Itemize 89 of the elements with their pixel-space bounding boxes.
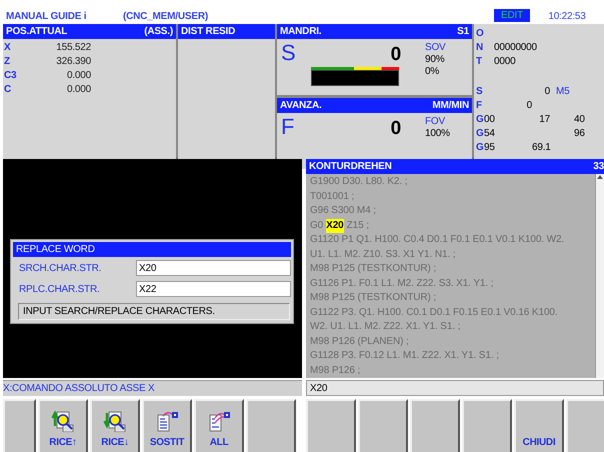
axis-label: C3 [4,69,18,83]
modal-value: 40 [573,114,586,124]
modal-value: 96 [573,128,586,138]
program-line: M98 P126 (PLANEN) ; [310,334,409,348]
program-line: G1120 P1 Q1. H100. C0.4 D0.1 F0.1 E0.1 V0.1 K100. W2. [310,233,564,247]
dialog-message: INPUT SEARCH/REPLACE CHARACTERS. [18,303,290,320]
modal-value: 00000000 [493,42,538,52]
program-line: T001001 ; [310,190,354,204]
program-line: G0 [310,218,324,232]
modal-value: 0000 [493,56,516,66]
modal-label: S [476,86,484,96]
field-label: SRCH.CHAR.STR. [18,262,102,274]
magnifier-up-arrow-icon [51,410,75,432]
close-button[interactable]: CHIUDI [514,399,564,452]
override-label: SOV [425,42,447,54]
program-line: Z15 ; [346,218,369,232]
search-match: X20 [326,218,344,233]
status-message: X:COMANDO ASSOLUTO ASSE X [3,380,302,396]
coordinate-mode: (ASS.) [144,26,173,37]
spindle-channel: S1 [457,26,469,37]
softkey-button[interactable] [306,399,356,452]
program-line: M98 P125 (TESTKONTUR) ; [310,262,436,276]
spindle-speed: 0 [390,43,401,66]
axis-label: X [4,41,12,55]
program-line: G1122 P3. Q1. H100. C0.1 D0.1 F0.15 E0.1 V0.16 K100. [310,306,558,320]
program-line: G1128 P3. F0.12 L1. M1. Z22. X1. Y1. S1. ; [310,349,499,363]
modal-label: G [476,142,484,152]
feed-letter: F [280,116,294,138]
softkey-button[interactable] [246,399,296,452]
override-label: FOV [425,116,446,128]
modal-label: T [476,56,483,66]
document-swap-all-icon [207,410,231,432]
axis-value: 155.522 [55,41,91,55]
program-line: W2. U1. L1. M2. Z22. X1. Y1. S1. ; [310,320,460,334]
softkey-button[interactable] [462,399,512,452]
softkey-button[interactable] [358,399,408,452]
modal-code: 00 [484,114,496,124]
modal-label: N [476,42,484,52]
key-input-field[interactable]: X20 [306,380,604,396]
program-line: G96 S300 M4 ; [310,204,376,218]
program-title: KONTURDREHEN [309,161,392,172]
panel-title: AVANZA. [280,100,322,111]
modal-code: 95 [484,142,496,152]
override-value: 90% [425,54,446,66]
spindle-letter: S [280,42,296,64]
input-field[interactable]: X20 [136,260,291,276]
modal-value: 0 [544,86,550,96]
input-field[interactable]: X22 [136,281,291,297]
feed-rate: 0 [390,117,401,140]
program-line: G1900 D30. L80. K2. ; [310,175,408,189]
softkey-button[interactable] [3,399,36,452]
replace-button[interactable]: SOSTIT [142,399,192,452]
program-line: U1. L1. M2. Z10. S3. X1 Y1. N1. ; [310,248,456,262]
field-label: RPLC.CHAR.STR. [18,284,101,294]
modal-label: G [476,114,484,124]
axis-label: C [4,83,12,97]
load-reading: 0% [425,66,440,78]
panel-title: DIST RESID [181,26,236,37]
panel-title: POS.ATTUAL [6,26,68,37]
search-down-button[interactable]: RICE↓ [90,399,140,452]
modal-code: 54 [484,128,496,138]
axis-value: 0.000 [66,69,91,83]
modal-label: O [476,28,484,38]
program-line: M98 P126 ; [310,364,360,378]
program-line: G1126 P1. F0.1 L1. M2. Z22. S3. X1. Y1. ; [310,276,494,290]
override-value: 100% [425,128,451,140]
magnifier-down-arrow-icon [103,410,127,432]
document-swap-icon [155,410,179,432]
axis-value: 0.000 [66,83,91,97]
dialog-title: REPLACE WORD [13,242,291,257]
modal-label: F [476,100,483,110]
modal-code: M5 [555,86,570,96]
program-line: M98 P125 (TESTKONTUR) ; [310,291,436,305]
modal-value: 17 [538,114,550,124]
program-number: 33 [593,161,604,172]
program-path: (CNC_MEM/USER) [123,11,209,22]
softkey-button[interactable] [410,399,460,452]
axis-label: Z [4,55,11,69]
modal-value: 0 [526,100,532,110]
modal-label: G [476,128,484,138]
replace-all-button[interactable]: ALL [194,399,244,452]
feed-unit: MM/MIN [432,100,469,111]
clock-time: 10:22:53 [547,11,587,22]
modal-value: 69.1 [532,142,550,152]
axis-value: 326.390 [55,55,91,69]
search-up-button[interactable]: RICE↑ [38,399,88,452]
app-title: MANUAL GUIDE i [6,11,88,22]
panel-title: MANDRI. [280,26,322,37]
mode-badge: EDIT [494,9,530,22]
